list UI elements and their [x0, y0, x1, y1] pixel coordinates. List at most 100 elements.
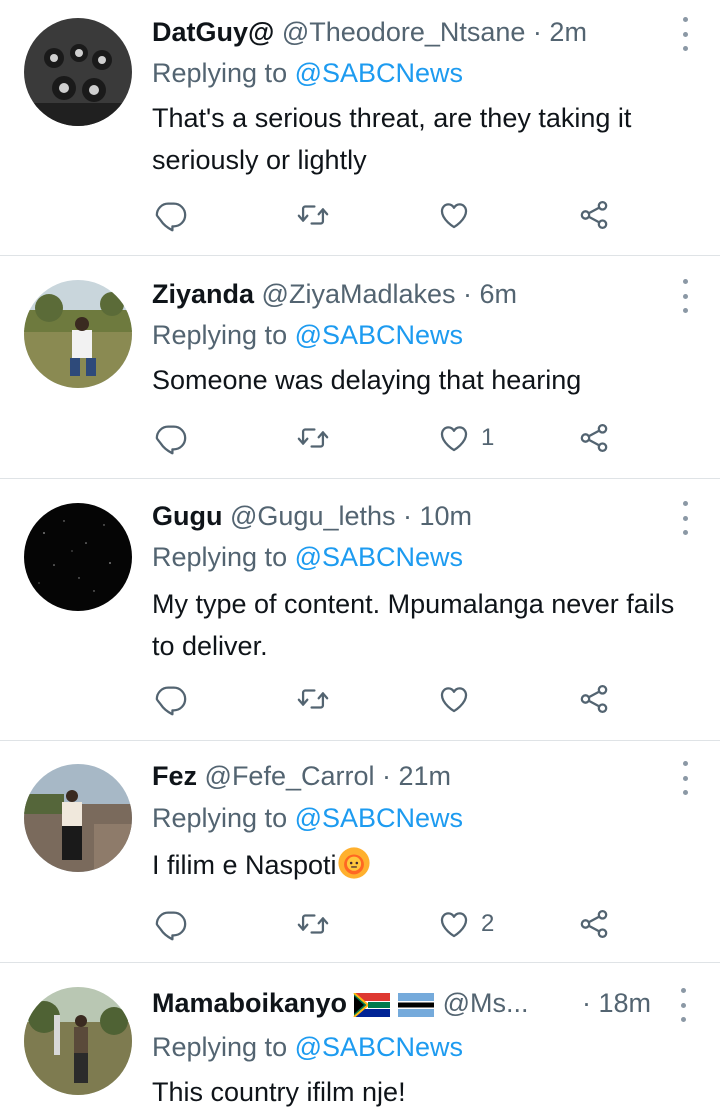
action-bar	[0, 195, 720, 235]
avatar[interactable]	[24, 18, 132, 126]
share-icon	[577, 682, 611, 716]
replying-to: Replying to @SABCNews	[152, 55, 463, 91]
like-button[interactable]	[437, 195, 481, 235]
display-name[interactable]: Mamaboikanyo	[152, 988, 347, 1018]
retweet-icon	[296, 421, 330, 455]
like-icon	[437, 421, 471, 455]
retweet-button[interactable]	[296, 418, 330, 458]
user-handle[interactable]: @ZiyaMadlakes	[262, 279, 456, 309]
display-name[interactable]: Gugu	[152, 501, 222, 531]
separator-dot: ·	[455, 279, 480, 309]
avatar[interactable]	[24, 764, 132, 872]
tweet-header: Gugu @Gugu_leths · 10m	[152, 498, 668, 534]
timestamp-value: 18m	[598, 988, 652, 1018]
avatar[interactable]	[24, 280, 132, 388]
like-icon	[437, 198, 471, 232]
action-bar: 1	[0, 418, 720, 458]
tweet-text-content: I filim e Naspoti	[152, 850, 337, 880]
tweet-card[interactable]: Mamaboikanyo @Ms... · 18m Replying to @S…	[0, 963, 720, 1119]
timestamp[interactable]: · 18m	[582, 985, 651, 1021]
like-count: 1	[481, 424, 495, 451]
like-icon	[437, 907, 471, 941]
retweet-button[interactable]	[296, 679, 330, 719]
tweet-text: I filim e Naspoti	[152, 844, 700, 886]
user-handle[interactable]: @Theodore_Ntsane	[282, 17, 526, 47]
south-africa-flag-icon	[353, 992, 391, 1017]
like-button[interactable]	[437, 679, 481, 719]
share-button[interactable]	[577, 418, 611, 458]
tweet-text: This country ifilm nje!	[152, 1077, 406, 1107]
user-handle[interactable]: @Fefe_Carrol	[205, 761, 375, 791]
more-options-icon[interactable]	[680, 761, 690, 795]
avatar[interactable]	[24, 987, 132, 1095]
retweet-button[interactable]	[296, 195, 330, 235]
reply-icon	[154, 907, 188, 941]
tweet-text: That's a serious threat, are they taking…	[152, 103, 632, 175]
tweet-text: My type of content. Mpumalanga never fai…	[152, 589, 675, 661]
share-button[interactable]	[577, 195, 611, 235]
like-count: 2	[481, 910, 495, 937]
reply-button[interactable]	[154, 679, 188, 719]
action-bar	[0, 679, 720, 719]
share-icon	[577, 421, 611, 455]
share-icon	[577, 198, 611, 232]
replying-label: Replying to	[152, 542, 288, 572]
user-handle[interactable]: @Ms...	[443, 988, 529, 1018]
tweet-header: DatGuy@ @Theodore_Ntsane · 2m	[152, 14, 668, 50]
replying-to: Replying to @SABCNews	[152, 1029, 463, 1065]
user-handle[interactable]: @Gugu_leths	[230, 501, 396, 531]
tweet-card[interactable]: DatGuy@ @Theodore_Ntsane · 2m Replying t…	[0, 0, 720, 256]
timestamp[interactable]: 6m	[480, 279, 518, 309]
tweet-header: Fez @Fefe_Carrol · 21m	[152, 758, 668, 794]
more-options-icon[interactable]	[680, 17, 690, 51]
retweet-icon	[296, 682, 330, 716]
reply-button[interactable]	[154, 418, 188, 458]
emoji-icon	[337, 847, 370, 879]
replying-label: Replying to	[152, 320, 288, 350]
separator-dot: ·	[374, 761, 399, 791]
replying-to: Replying to @SABCNews	[152, 800, 463, 836]
reply-button[interactable]	[154, 904, 188, 944]
timestamp[interactable]: 2m	[549, 17, 587, 47]
tweet-card[interactable]: Ziyanda @ZiyaMadlakes · 6m Replying to @…	[0, 256, 720, 479]
mention-link[interactable]: @SABCNews	[295, 1032, 463, 1062]
action-bar: 2	[0, 904, 720, 944]
replying-to: Replying to @SABCNews	[152, 317, 463, 353]
retweet-icon	[296, 198, 330, 232]
display-name[interactable]: Fez	[152, 761, 197, 791]
reply-icon	[154, 421, 188, 455]
separator-dot: ·	[582, 988, 599, 1018]
botswana-flag-icon	[398, 992, 435, 1017]
more-options-icon[interactable]	[680, 501, 690, 535]
like-button[interactable]: 1	[437, 418, 494, 458]
reply-icon	[154, 198, 188, 232]
retweet-button[interactable]	[296, 904, 330, 944]
replying-label: Replying to	[152, 803, 288, 833]
more-options-icon[interactable]	[680, 279, 690, 313]
share-button[interactable]	[577, 904, 611, 944]
more-options-icon[interactable]	[678, 988, 688, 1022]
tweet-card[interactable]: Fez @Fefe_Carrol · 21m Replying to @SABC…	[0, 741, 720, 963]
reply-button[interactable]	[154, 195, 188, 235]
display-name[interactable]: Ziyanda	[152, 279, 254, 309]
like-icon	[437, 682, 471, 716]
replying-label: Replying to	[152, 1032, 288, 1062]
share-button[interactable]	[577, 679, 611, 719]
timestamp[interactable]: 10m	[420, 501, 473, 531]
separator-dot: ·	[525, 17, 550, 47]
timestamp[interactable]: 21m	[399, 761, 452, 791]
retweet-icon	[296, 907, 330, 941]
tweet-header: Ziyanda @ZiyaMadlakes · 6m	[152, 276, 668, 312]
avatar[interactable]	[24, 503, 132, 611]
tweet-card[interactable]: Gugu @Gugu_leths · 10m Replying to @SABC…	[0, 479, 720, 741]
mention-link[interactable]: @SABCNews	[295, 58, 463, 88]
mention-link[interactable]: @SABCNews	[295, 542, 463, 572]
tweet-text: Someone was delaying that hearing	[152, 365, 582, 395]
mention-link[interactable]: @SABCNews	[295, 320, 463, 350]
mention-link[interactable]: @SABCNews	[295, 803, 463, 833]
separator-dot: ·	[395, 501, 420, 531]
display-name[interactable]: DatGuy@	[152, 17, 274, 47]
like-button[interactable]: 2	[437, 904, 494, 944]
reply-icon	[154, 682, 188, 716]
replying-to: Replying to @SABCNews	[152, 539, 463, 575]
